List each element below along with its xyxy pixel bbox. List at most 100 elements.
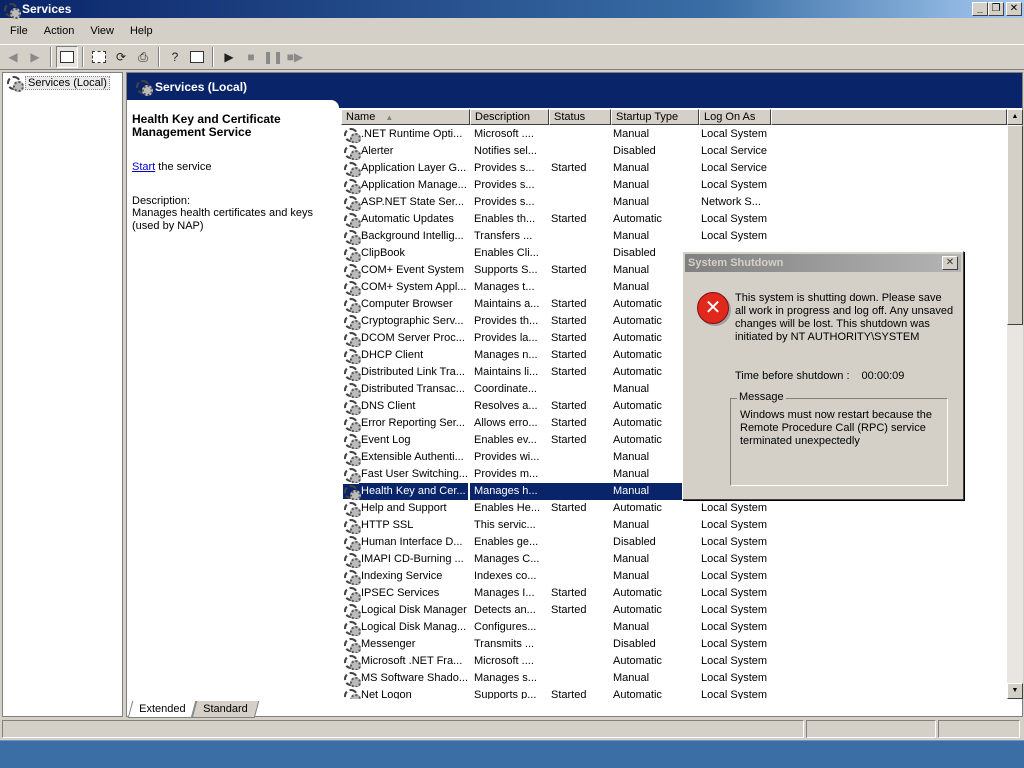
service-name-cell: DHCP Client: [341, 347, 470, 364]
menu-view[interactable]: View: [82, 23, 122, 39]
restart-service-icon[interactable]: ■▶: [284, 46, 306, 68]
service-gear-icon: [343, 348, 361, 364]
service-gear-icon: [343, 382, 361, 398]
column-header-status[interactable]: Status: [549, 109, 611, 125]
service-name-text: COM+ Event System: [361, 264, 465, 276]
service-startup-cell: Automatic: [613, 587, 662, 599]
service-description-cell: Supports S...: [474, 264, 538, 276]
service-name-cell: HTTP SSL: [341, 517, 470, 534]
service-logon-cell: Local System: [701, 587, 768, 599]
minimize-button[interactable]: _: [972, 2, 988, 16]
forward-arrow-icon[interactable]: ▶: [24, 46, 46, 68]
service-gear-icon: [343, 586, 361, 602]
service-name-text: Automatic Updates: [361, 213, 454, 225]
start-service-link[interactable]: Start: [132, 161, 155, 173]
table-row[interactable]: Net Logon Supports p... Started Automatic Lo…: [341, 687, 1007, 699]
scroll-up-icon[interactable]: ▲: [1007, 109, 1023, 125]
service-name-text: Event Log: [361, 434, 411, 446]
service-status-cell: [547, 466, 609, 483]
table-row[interactable]: Application Layer G... Provides s... Start…: [341, 160, 1007, 177]
service-name-text: Application Manage...: [361, 179, 467, 191]
service-description-cell: Enables ge...: [474, 536, 539, 548]
service-name-cell: Background Intellig...: [341, 228, 470, 245]
service-description-cell: Enables th...: [474, 213, 536, 225]
service-startup-cell: Manual: [613, 570, 650, 582]
service-name-text: Logical Disk Manager: [361, 604, 467, 616]
service-logon-cell: Local System: [701, 570, 768, 582]
table-row[interactable]: Alerter Notifies sel... Disabled Local Serv…: [341, 143, 1007, 160]
status-bar: [0, 719, 1024, 739]
refresh-icon[interactable]: ⟳: [110, 46, 132, 68]
table-row[interactable]: Human Interface D... Enables ge... Disable…: [341, 534, 1007, 551]
close-button[interactable]: ✕: [1006, 2, 1022, 16]
table-row[interactable]: .NET Runtime Opti... Microsoft .... Manual…: [341, 126, 1007, 143]
service-name-text: Net Logon: [361, 689, 412, 699]
column-header-startup-type[interactable]: Startup Type: [611, 109, 699, 125]
service-gear-icon: [343, 603, 361, 619]
column-header-name[interactable]: Name ▲: [341, 109, 470, 125]
table-row[interactable]: IMAPI CD-Burning ... Manages C... Manual Lo…: [341, 551, 1007, 568]
service-name-cell: COM+ System Appl...: [341, 279, 470, 296]
service-logon-cell: Local System: [701, 604, 768, 616]
service-name-cell: Event Log: [341, 432, 470, 449]
table-row[interactable]: Logical Disk Manager Detects an... Started…: [341, 602, 1007, 619]
service-description: Manages health certificates and keys (us…: [132, 207, 313, 232]
table-row[interactable]: Microsoft .NET Fra... Microsoft .... Autom…: [341, 653, 1007, 670]
show-hide-tree-icon[interactable]: [56, 46, 78, 68]
service-startup-cell: Automatic: [613, 689, 662, 699]
properties-icon[interactable]: [88, 46, 110, 68]
service-status-cell: Started: [551, 604, 587, 616]
table-row[interactable]: IPSEC Services Manages I... Started Automat…: [341, 585, 1007, 602]
table-row[interactable]: ASP.NET State Ser... Provides s... Manual N…: [341, 194, 1007, 211]
export-list-icon[interactable]: ⎙: [132, 46, 154, 68]
system-shutdown-dialog: System Shutdown ✕ ✕ This system is shutt…: [682, 251, 964, 500]
service-name-cell: Fast User Switching...: [341, 466, 470, 483]
column-header-log-on-as[interactable]: Log On As: [699, 109, 771, 125]
start-service-icon[interactable]: ▶: [218, 46, 240, 68]
table-row[interactable]: Indexing Service Indexes co... Manual Local…: [341, 568, 1007, 585]
table-row[interactable]: Background Intellig... Transfers ... Manua…: [341, 228, 1007, 245]
stop-service-icon[interactable]: ■: [240, 46, 262, 68]
service-description-cell: Provides s...: [474, 196, 535, 208]
table-row[interactable]: Help and Support Enables He... Started Auto…: [341, 500, 1007, 517]
menu-file[interactable]: File: [2, 23, 36, 39]
dialog-title: System Shutdown: [685, 254, 961, 272]
dialog-close-button[interactable]: ✕: [942, 256, 958, 270]
service-description-cell: Provides wi...: [474, 451, 540, 463]
vertical-scrollbar[interactable]: ▲ ▼: [1007, 109, 1023, 699]
service-description-cell: Maintains a...: [474, 298, 540, 310]
service-logon-cell: Local System: [701, 689, 768, 699]
scroll-down-icon[interactable]: ▼: [1007, 683, 1023, 699]
service-logon-cell: Network S...: [701, 196, 761, 208]
service-name-cell: Computer Browser: [341, 296, 470, 313]
service-description-cell: Allows erro...: [474, 417, 538, 429]
restore-button[interactable]: ❐: [988, 2, 1004, 16]
service-logon-cell: Local System: [701, 179, 768, 191]
service-startup-cell: Manual: [613, 179, 650, 191]
service-startup-cell: Manual: [613, 672, 650, 684]
show-action-pane-icon[interactable]: [186, 46, 208, 68]
table-row[interactable]: Logical Disk Manag... Configures... Manual…: [341, 619, 1007, 636]
back-arrow-icon[interactable]: ◀: [2, 46, 24, 68]
table-row[interactable]: HTTP SSL This servic... Manual Local System: [341, 517, 1007, 534]
restart-reason: Windows must now restart because the Rem…: [740, 409, 932, 447]
scroll-thumb[interactable]: [1007, 125, 1023, 325]
help-icon[interactable]: ?: [164, 46, 186, 68]
service-description-cell: Supports p...: [474, 689, 537, 699]
menu-action[interactable]: Action: [36, 23, 83, 39]
table-row[interactable]: Application Manage... Provides s... Manual…: [341, 177, 1007, 194]
service-action-suffix: the service: [155, 161, 212, 173]
pause-service-icon[interactable]: ❚❚: [262, 46, 284, 68]
service-logon-cell: Local System: [701, 213, 768, 225]
service-status-cell: Started: [551, 264, 587, 276]
tab-standard[interactable]: Standard: [192, 701, 260, 718]
tab-extended[interactable]: Extended: [127, 701, 197, 718]
column-header-description[interactable]: Description: [470, 109, 549, 125]
tree-item-services-local[interactable]: Services (Local): [6, 75, 110, 92]
menu-help[interactable]: Help: [122, 23, 161, 39]
service-status-cell: Started: [551, 400, 587, 412]
table-row[interactable]: MS Software Shado... Manages s... Manual Lo…: [341, 670, 1007, 687]
table-row[interactable]: Automatic Updates Enables th... Started Aut…: [341, 211, 1007, 228]
table-row[interactable]: Messenger Transmits ... Disabled Local Syst…: [341, 636, 1007, 653]
service-gear-icon: [343, 297, 361, 313]
